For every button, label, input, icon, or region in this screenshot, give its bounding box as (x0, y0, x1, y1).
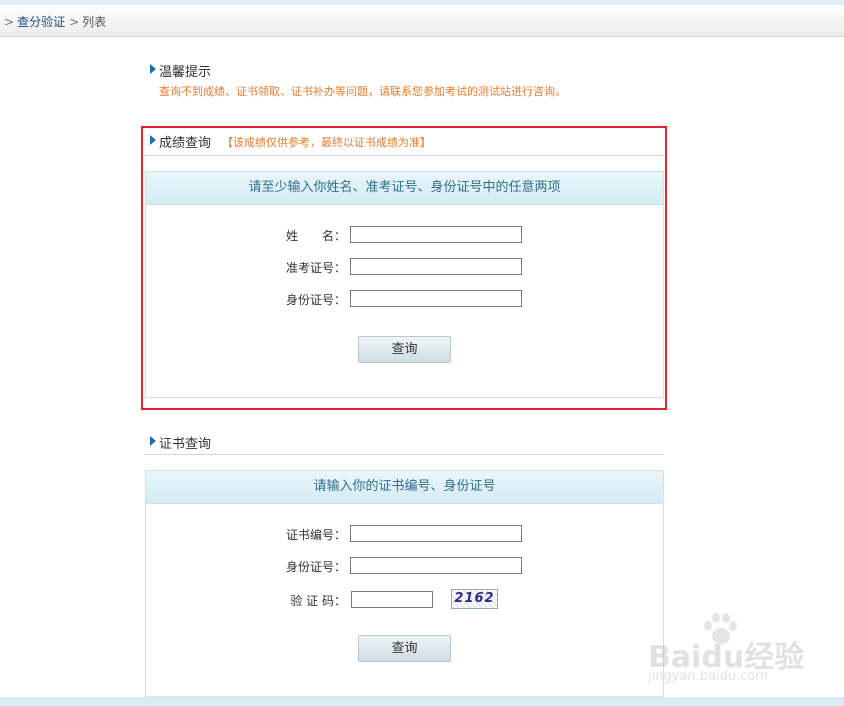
cert-query-title: 证书查询 (159, 437, 212, 452)
cert-query-submit-button[interactable]: 查询 (358, 635, 451, 662)
captcha-label: 验 证 码： (290, 594, 346, 608)
notice-title: 温馨提示 (159, 65, 212, 80)
breadcrumb: > 查分验证 > 列表 (4, 13, 106, 30)
breadcrumb-link-verify[interactable]: 查分验证 (17, 15, 65, 29)
breadcrumb-separator: > (69, 15, 80, 29)
notice-text: 查询不到成绩、证书领取、证书补办等问题，请联系您参加考试的测试站进行咨询。 (159, 85, 566, 98)
watermark-logo: Baidu经验 jingyan.baidu.com (648, 612, 808, 692)
cert-id-card-input[interactable] (350, 557, 522, 574)
breadcrumb-bar: > 查分验证 > 列表 (0, 5, 844, 37)
cert-query-panel-heading: 请输入你的证书编号、身份证号 (146, 471, 663, 504)
captcha-image[interactable]: 2162 (451, 589, 498, 609)
highlight-frame (141, 126, 667, 410)
cert-query-panel: 请输入你的证书编号、身份证号 证书编号： 身份证号： 验 证 码： 查询 (145, 470, 664, 697)
triangle-bullet-icon (150, 436, 156, 446)
watermark-url: jingyan.baidu.com (648, 669, 768, 684)
cert-number-label: 证书编号： (286, 528, 347, 542)
triangle-bullet-icon (150, 64, 156, 74)
captcha-input[interactable] (351, 591, 433, 608)
bottom-strip (0, 697, 844, 706)
cert-id-card-label: 身份证号： (286, 560, 347, 574)
breadcrumb-separator: > (4, 15, 15, 29)
section-divider (144, 454, 664, 455)
breadcrumb-current: 列表 (82, 15, 107, 29)
cert-number-input[interactable] (350, 525, 522, 542)
